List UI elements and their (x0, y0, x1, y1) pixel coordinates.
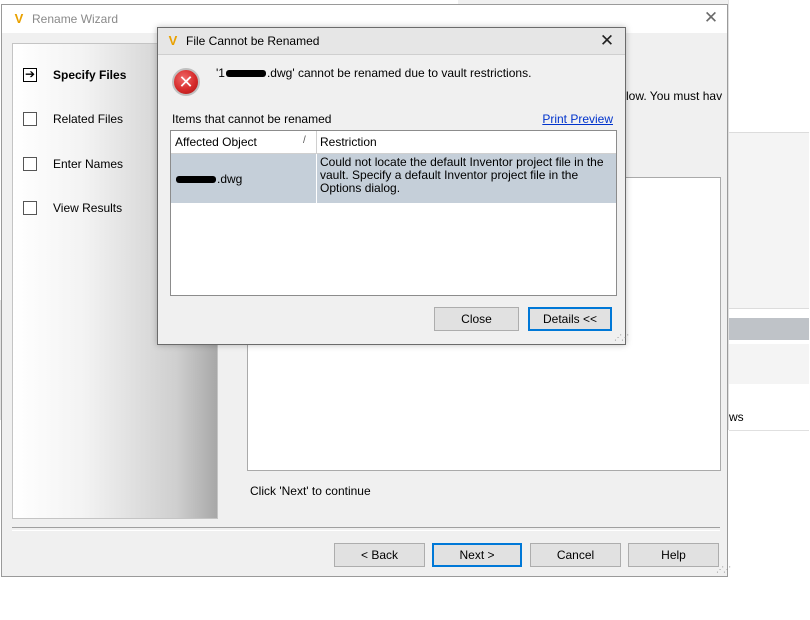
step-label: Enter Names (53, 157, 124, 171)
wizard-instruction-text: low. You must hav (626, 89, 723, 103)
step-current-box: ➔ (23, 67, 37, 82)
step-checkbox (23, 157, 37, 171)
close-button[interactable]: Close (434, 307, 519, 331)
wizard-title: Rename Wizard (32, 12, 119, 26)
background-panel-block (729, 344, 809, 384)
dialog-close-icon[interactable]: ✕ (597, 31, 617, 51)
cancel-button[interactable]: Cancel (530, 543, 621, 567)
vault-app-icon: V (168, 33, 178, 48)
restriction-cell: Could not locate the default Inventor pr… (320, 155, 604, 195)
step-checkbox (23, 201, 37, 215)
resize-grip-icon[interactable]: ⋰⋰ (614, 333, 629, 343)
arrow-right-icon: ➔ (25, 67, 36, 81)
table-header: Affected Object / Restriction (171, 131, 616, 154)
sort-indicator-icon: / (303, 135, 306, 146)
file-cannot-be-renamed-dialog: V File Cannot be Renamed ✕ ✕ '1 .dwg' can… (157, 27, 629, 345)
background-panel-block (729, 132, 809, 309)
details-button[interactable]: Details << (528, 307, 612, 331)
resize-grip-icon[interactable]: ⋰⋰ (716, 565, 731, 575)
background-partial-text: ws (729, 410, 744, 424)
table-row[interactable]: .dwg Could not locate the default Invent… (171, 154, 616, 203)
step-label: Specify Files (53, 68, 127, 82)
dialog-title-bar[interactable]: V File Cannot be Renamed ✕ (158, 28, 625, 55)
error-message: '1 .dwg' cannot be renamed due to vault r… (216, 66, 531, 80)
step-label: View Results (53, 201, 123, 215)
wizard-separator (12, 527, 720, 531)
redacted-filename (225, 70, 266, 78)
vault-app-icon: V (14, 11, 24, 26)
message-prefix: '1 (216, 66, 225, 80)
continue-hint: Click 'Next' to continue (250, 484, 371, 498)
column-header-affected-object[interactable]: Affected Object (175, 135, 257, 149)
redacted-filename (176, 176, 216, 184)
column-header-restriction[interactable]: Restriction (320, 135, 377, 149)
step-checkbox (23, 112, 37, 126)
step-label: Related Files (53, 112, 124, 126)
print-preview-link[interactable]: Print Preview (542, 112, 613, 126)
column-divider[interactable] (316, 131, 317, 153)
background-divider (729, 430, 809, 431)
message-suffix: .dwg' cannot be renamed due to vault res… (266, 66, 532, 80)
back-button[interactable]: < Back (334, 543, 425, 567)
help-button[interactable]: Help (628, 543, 719, 567)
affected-object-cell: .dwg (175, 172, 242, 186)
object-suffix: .dwg (217, 172, 243, 186)
items-label: Items that cannot be renamed (172, 112, 332, 126)
error-x-icon: ✕ (172, 68, 200, 96)
wizard-close-icon[interactable]: ✕ (701, 8, 721, 28)
next-button[interactable]: Next > (432, 543, 522, 567)
background-header-bar (729, 318, 809, 340)
background-app-panel: ws (728, 0, 810, 431)
restrictions-table[interactable]: Affected Object / Restriction .dwg Could… (170, 130, 617, 296)
column-divider (316, 154, 317, 203)
dialog-title: File Cannot be Renamed (186, 34, 320, 48)
